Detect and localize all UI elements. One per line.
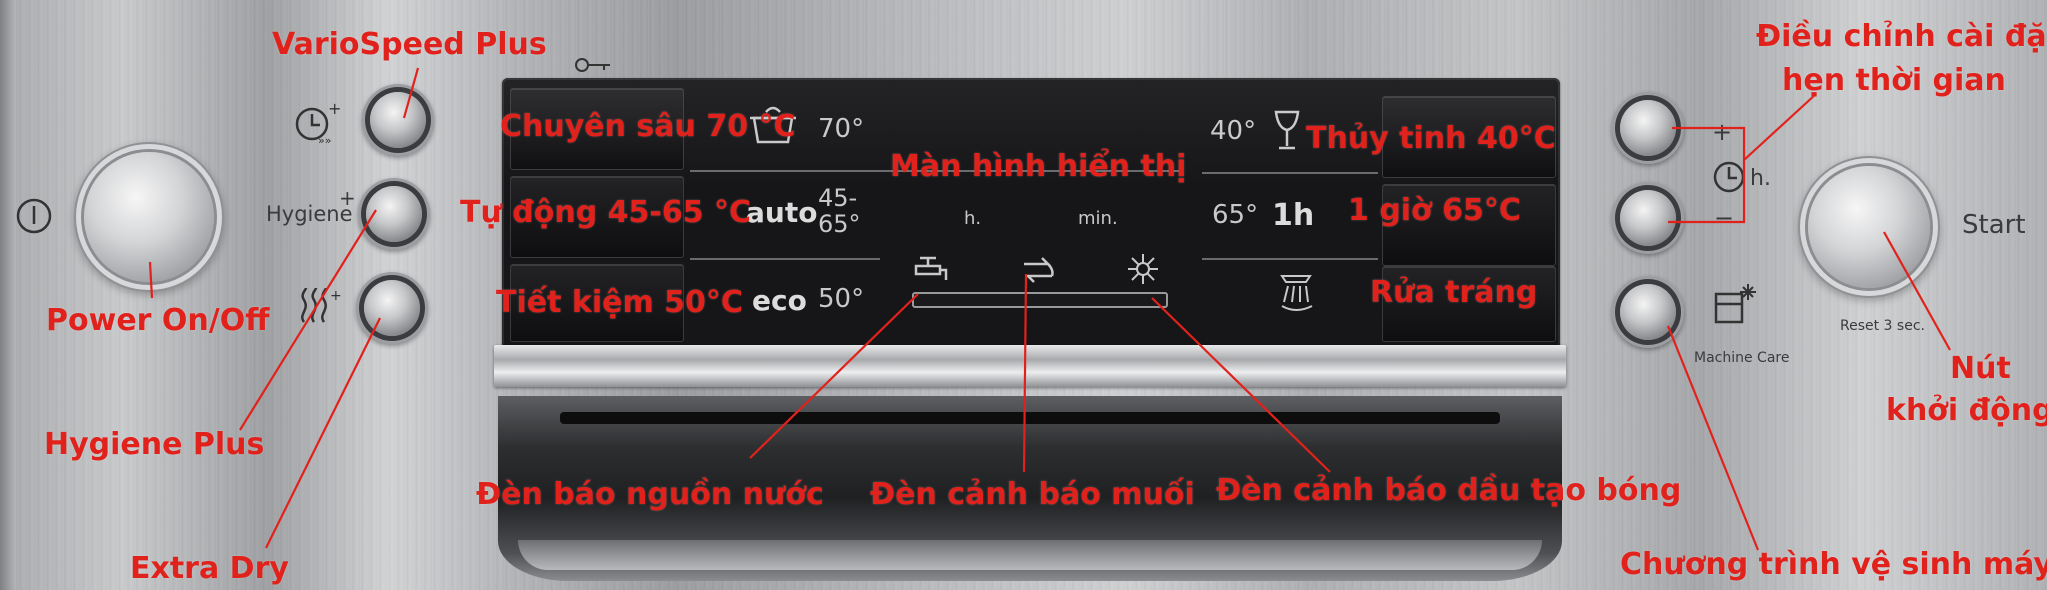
- annotation-one-hour: 1 giờ 65°C: [1348, 193, 1521, 228]
- annotation-auto: Tự động 45-65 °C: [460, 195, 752, 230]
- annotation-salt-warning: Đèn cảnh báo muối: [870, 477, 1195, 512]
- annotation-timer-adjust-line2: hẹn thời gian: [1782, 63, 2006, 98]
- annotation-variospeed: VarioSpeed Plus: [272, 27, 547, 62]
- annotation-rinse-aid-warning: Đèn cảnh báo dầu tạo bóng: [1216, 473, 1682, 508]
- annotation-eco: Tiết kiệm 50°C: [496, 285, 743, 320]
- annotation-start-line1: Nút: [1950, 351, 2011, 386]
- annotation-display: Màn hình hiển thị: [890, 149, 1187, 184]
- annotation-water-indicator: Đèn báo nguồn nước: [476, 477, 824, 512]
- annotation-machine-care: Chương trình vệ sinh máy: [1620, 547, 2047, 582]
- annotation-rinse: Rửa tráng: [1370, 275, 1538, 310]
- annotation-hygiene-plus: Hygiene Plus: [44, 427, 265, 462]
- annotation-intensive: Chuyên sâu 70 °C: [500, 109, 796, 144]
- annotation-timer-adjust-line1: Điều chỉnh cài đặt: [1756, 19, 2047, 54]
- annotation-extra-dry: Extra Dry: [130, 551, 289, 586]
- annotation-start-line2: khởi động: [1886, 393, 2047, 428]
- annotation-power: Power On/Off: [46, 303, 270, 338]
- annotation-glass: Thủy tinh 40°C: [1306, 121, 1556, 156]
